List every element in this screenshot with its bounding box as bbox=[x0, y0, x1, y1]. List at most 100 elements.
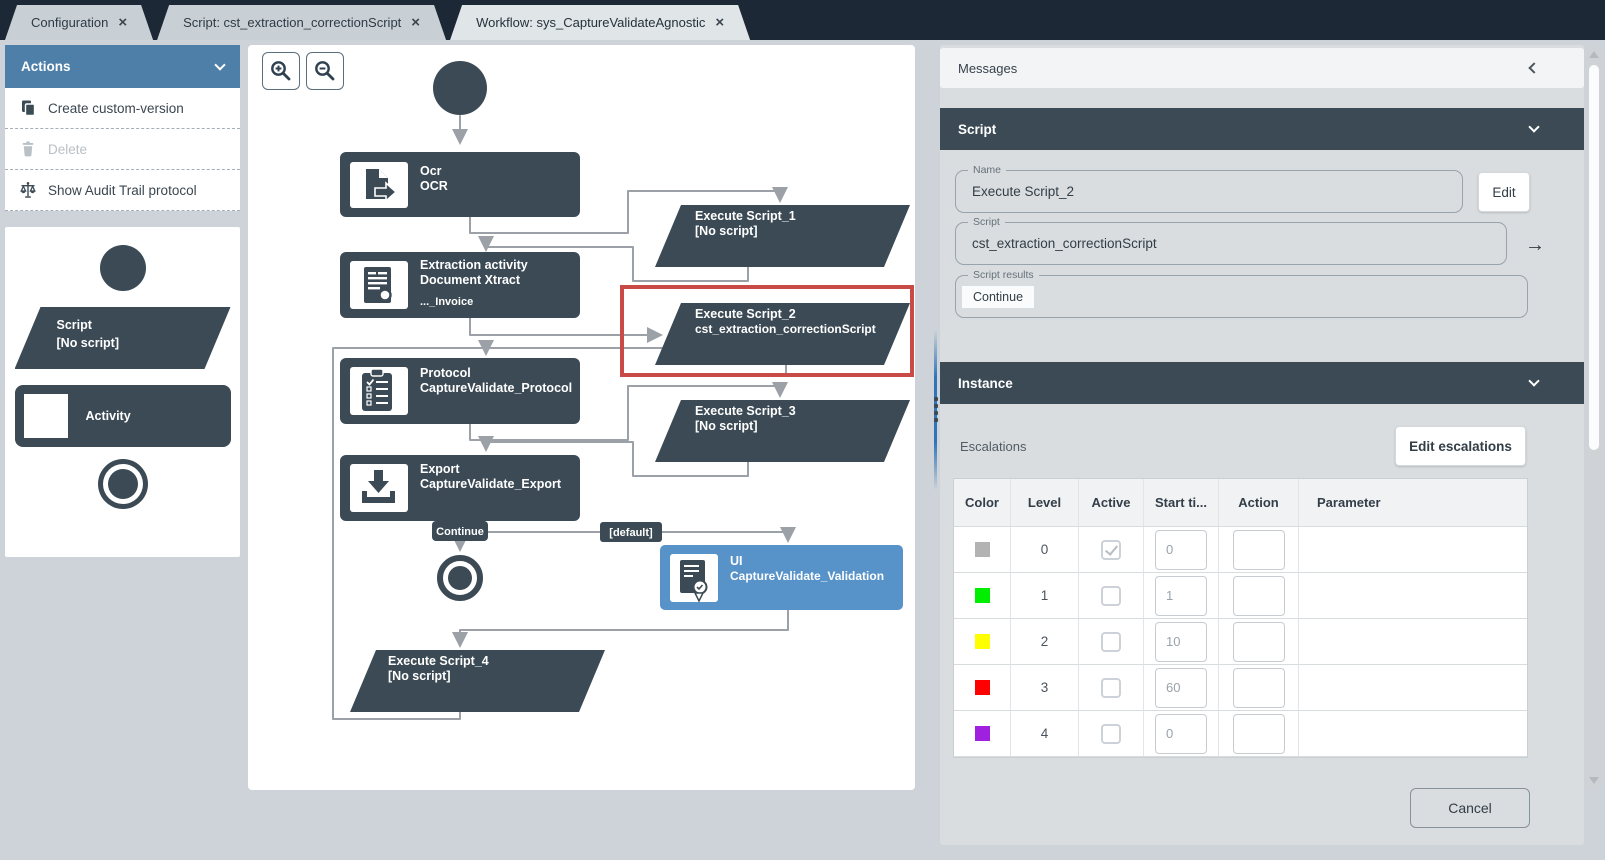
level-cell: 4 bbox=[1011, 711, 1079, 757]
scroll-down-arrow[interactable] bbox=[1589, 777, 1599, 784]
palette-script-line2: [No script] bbox=[56, 336, 119, 351]
node-extraction[interactable]: Extraction activity Document Xtract ..._… bbox=[340, 252, 580, 318]
parameter-cell bbox=[1299, 619, 1527, 665]
actions-title: Actions bbox=[21, 59, 71, 74]
action-input[interactable] bbox=[1232, 667, 1285, 708]
node-end[interactable] bbox=[437, 555, 483, 601]
svg-text:Execute Script_4: Execute Script_4 bbox=[388, 654, 489, 668]
cancel-button[interactable]: Cancel bbox=[1410, 788, 1530, 828]
node-ocr[interactable]: Ocr OCR bbox=[340, 152, 580, 217]
node-start[interactable] bbox=[433, 61, 487, 115]
svg-text:[No script]: [No script] bbox=[695, 419, 758, 433]
active-checkbox[interactable] bbox=[1101, 677, 1121, 698]
node-execute-script-4[interactable]: Execute Script_4 [No script] bbox=[350, 650, 605, 712]
zoom-out-button[interactable] bbox=[306, 52, 344, 90]
start-time-input[interactable] bbox=[1155, 713, 1207, 754]
svg-text:[No script]: [No script] bbox=[695, 224, 758, 238]
close-icon[interactable]: × bbox=[715, 15, 724, 30]
svg-text:Ocr: Ocr bbox=[420, 164, 442, 178]
active-checkbox[interactable] bbox=[1101, 631, 1121, 652]
level-cell: 2 bbox=[1011, 619, 1079, 665]
close-icon[interactable]: × bbox=[118, 15, 127, 30]
svg-text:OCR: OCR bbox=[420, 179, 448, 193]
node-protocol[interactable]: Protocol CaptureValidate_Protocol bbox=[340, 358, 580, 424]
svg-text:Export: Export bbox=[420, 462, 460, 476]
actions-panel: Actions Create custom-version Delete Sho… bbox=[5, 45, 240, 211]
action-label: Delete bbox=[48, 141, 88, 157]
svg-text:Execute Script_3: Execute Script_3 bbox=[695, 404, 796, 418]
action-input[interactable] bbox=[1232, 713, 1285, 754]
escalation-color-swatch bbox=[974, 588, 990, 603]
svg-text:UI: UI bbox=[730, 554, 743, 568]
node-export[interactable]: Export CaptureValidate_Export bbox=[340, 455, 580, 521]
escalation-color-swatch bbox=[974, 542, 990, 557]
palette-activity-node[interactable]: Activity bbox=[14, 385, 231, 447]
palette-end-node[interactable] bbox=[107, 469, 138, 499]
node-execute-script-3[interactable]: Execute Script_3 [No script] bbox=[655, 400, 910, 462]
name-field[interactable]: Name Execute Script_2 bbox=[955, 164, 1463, 213]
scroll-up-arrow[interactable] bbox=[1589, 51, 1599, 58]
node-ui-validation[interactable]: UI CaptureValidate_Validation bbox=[660, 545, 903, 610]
palette-start-node[interactable] bbox=[99, 245, 146, 291]
actions-panel-header[interactable]: Actions bbox=[5, 45, 240, 88]
workflow-canvas[interactable]: Ocr OCR Execute Script_1 [No script] Ext… bbox=[248, 45, 915, 790]
zoom-in-button[interactable] bbox=[262, 52, 300, 90]
column-header-color: Color bbox=[954, 479, 1011, 527]
tab-bar: Configuration × Script: cst_extraction_c… bbox=[0, 0, 1605, 40]
palette-script-node[interactable]: Script [No script] bbox=[15, 307, 231, 369]
active-checkbox[interactable] bbox=[1101, 585, 1121, 606]
svg-text:Extraction activity: Extraction activity bbox=[420, 258, 528, 272]
start-time-input[interactable] bbox=[1155, 529, 1207, 570]
script-field-value: cst_extraction_correctionScript bbox=[972, 236, 1157, 251]
start-time-input[interactable] bbox=[1155, 621, 1207, 662]
action-cell bbox=[1219, 665, 1299, 711]
chevron-left-icon bbox=[1528, 62, 1540, 74]
escalations-label: Escalations bbox=[960, 439, 1027, 454]
table-row bbox=[954, 711, 1011, 757]
node-execute-script-1[interactable]: Execute Script_1 [No script] bbox=[655, 205, 910, 267]
chevron-down-icon bbox=[1528, 375, 1540, 387]
close-icon[interactable]: × bbox=[411, 15, 420, 30]
script-result-chip[interactable]: Continue bbox=[962, 286, 1035, 308]
edge-label-continue: Continue bbox=[432, 521, 488, 541]
copy-icon bbox=[22, 100, 36, 117]
scrollbar-thumb[interactable] bbox=[1589, 65, 1599, 450]
active-checkbox[interactable] bbox=[1101, 723, 1121, 744]
node-execute-script-2[interactable]: Execute Script_2 cst_extraction_correcti… bbox=[655, 303, 910, 365]
edit-escalations-button[interactable]: Edit escalations bbox=[1395, 426, 1526, 466]
active-checkbox[interactable] bbox=[1101, 539, 1121, 560]
action-input[interactable] bbox=[1232, 529, 1285, 570]
name-field-label: Name bbox=[968, 164, 1007, 176]
messages-section-header[interactable]: Messages bbox=[940, 48, 1584, 88]
action-input[interactable] bbox=[1232, 621, 1285, 662]
zoom-out-icon bbox=[315, 61, 335, 81]
start-time-input[interactable] bbox=[1155, 667, 1207, 708]
parameter-cell bbox=[1299, 665, 1527, 711]
create-custom-version-button[interactable]: Create custom-version bbox=[5, 88, 240, 129]
trash-icon bbox=[22, 141, 34, 157]
escalation-color-swatch bbox=[974, 634, 990, 649]
script-section-header[interactable]: Script bbox=[940, 108, 1584, 150]
tab-workflow[interactable]: Workflow: sys_CaptureValidateAgnostic × bbox=[450, 5, 750, 40]
messages-title: Messages bbox=[958, 60, 1018, 76]
active-cell bbox=[1079, 619, 1144, 665]
table-row bbox=[954, 619, 1011, 665]
tab-script[interactable]: Script: cst_extraction_correctionScript … bbox=[157, 5, 446, 40]
instance-section-title: Instance bbox=[958, 375, 1013, 391]
start-time-cell bbox=[1144, 711, 1219, 757]
show-audit-trail-button[interactable]: Show Audit Trail protocol bbox=[5, 170, 240, 211]
svg-text:cst_extraction_correctionScrip: cst_extraction_correctionScript bbox=[695, 322, 876, 336]
svg-text:Continue: Continue bbox=[436, 526, 484, 538]
open-script-icon[interactable]: → bbox=[1520, 233, 1550, 257]
panel-scrollbar[interactable] bbox=[1586, 45, 1602, 790]
tab-configuration[interactable]: Configuration × bbox=[5, 5, 153, 40]
edit-button[interactable]: Edit bbox=[1478, 172, 1530, 212]
action-label: Create custom-version bbox=[48, 100, 184, 116]
start-time-input[interactable] bbox=[1155, 575, 1207, 616]
action-input[interactable] bbox=[1232, 575, 1285, 616]
start-time-cell bbox=[1144, 573, 1219, 619]
delete-button[interactable]: Delete bbox=[5, 129, 240, 170]
script-field[interactable]: Script cst_extraction_correctionScript bbox=[955, 216, 1507, 265]
instance-section-header[interactable]: Instance bbox=[940, 362, 1584, 404]
scales-icon bbox=[20, 182, 36, 198]
